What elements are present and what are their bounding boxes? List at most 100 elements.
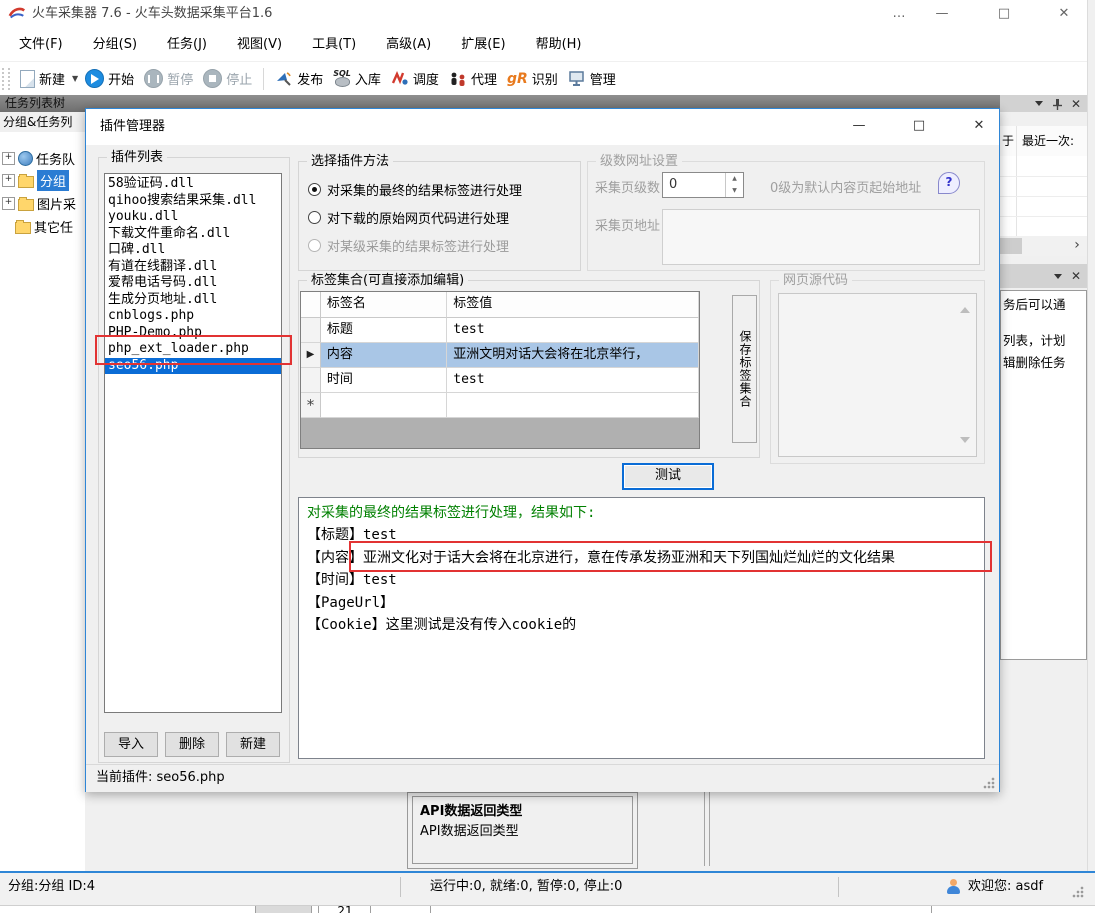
resize-grip-icon[interactable]: [983, 777, 995, 789]
panel-menu-icon[interactable]: [1035, 101, 1043, 110]
menu-help[interactable]: 帮助(H): [521, 28, 597, 61]
plugin-list-item[interactable]: 生成分页地址.dll: [105, 292, 281, 309]
recognize-button[interactable]: gR 识别: [502, 67, 563, 90]
scrollbar-thumb[interactable]: [1000, 238, 1022, 254]
minimize-button[interactable]: —: [922, 0, 962, 28]
new-button[interactable]: 新建: [15, 67, 70, 90]
page-level-spinner[interactable]: 0 ▲ ▼: [662, 172, 744, 198]
folder-icon: [18, 199, 34, 211]
table-row[interactable]: 标题 test: [301, 318, 699, 343]
row-selector[interactable]: [301, 368, 321, 393]
plugin-listbox[interactable]: 58验证码.dll qihoo搜索结果采集.dll youku.dll 下载文件…: [104, 173, 282, 713]
expand-icon[interactable]: +: [2, 152, 15, 165]
panel-close-icon[interactable]: ✕: [1071, 270, 1081, 282]
menu-task[interactable]: 任务(J): [152, 28, 222, 61]
more-button[interactable]: …: [884, 0, 914, 28]
level-hint-label: 0级为默认内容页起始地址: [770, 177, 921, 196]
import-button[interactable]: 导入: [104, 732, 158, 757]
scroll-right-icon[interactable]: ›: [1068, 236, 1086, 256]
dialog-titlebar[interactable]: 插件管理器 — □ ✕: [86, 109, 999, 145]
new-row-icon[interactable]: *: [301, 393, 321, 418]
new-plugin-button[interactable]: 新建: [226, 732, 280, 757]
menu-tools[interactable]: 工具(T): [297, 28, 371, 61]
radio-icon: [308, 211, 321, 224]
plugin-list-item[interactable]: 口碑.dll: [105, 242, 281, 259]
radio-disabled-icon: [308, 239, 321, 252]
panel-close-icon[interactable]: ✕: [1071, 98, 1081, 110]
tree-item-image-collect[interactable]: + 图片采: [0, 193, 85, 214]
menu-file[interactable]: 文件(F): [4, 28, 78, 61]
scroll-down-icon[interactable]: [960, 437, 970, 448]
publish-button[interactable]: 发布: [270, 67, 328, 90]
tag-value-cell[interactable]: 亚洲文明对话大会将在北京举行，: [447, 343, 699, 368]
folder-icon: [15, 222, 31, 234]
result-header: 对采集的最终的结果标签进行处理，结果如下:: [307, 502, 976, 524]
tree-item-task-queue[interactable]: + 任务队: [0, 148, 85, 169]
radio-final-result[interactable]: 对采集的最终的结果标签进行处理: [308, 179, 522, 199]
tree-label: 任务队: [36, 149, 75, 168]
row-selector[interactable]: [301, 318, 321, 343]
manage-button[interactable]: 管理: [563, 67, 621, 90]
start-button[interactable]: 开始: [80, 67, 139, 90]
plugin-list-item[interactable]: 有道在线翻译.dll: [105, 259, 281, 276]
table-row-new[interactable]: *: [301, 393, 699, 418]
page-level-value: 0: [663, 173, 725, 197]
cell-border: [931, 906, 932, 913]
table-row-selected[interactable]: ▶ 内容 亚洲文明对话大会将在北京举行，: [301, 343, 699, 368]
spinner-down-icon[interactable]: ▼: [726, 185, 743, 197]
test-button[interactable]: 测试: [622, 463, 714, 490]
tag-name-cell[interactable]: 内容: [321, 343, 447, 368]
help-text: 列表，计划: [1003, 331, 1087, 351]
tag-value-cell[interactable]: [447, 393, 699, 418]
schedule-button[interactable]: 调度: [386, 67, 444, 90]
plugin-list-item[interactable]: cnblogs.php: [105, 308, 281, 325]
tag-value-cell[interactable]: test: [447, 368, 699, 393]
sql-import-button[interactable]: SQL 入库: [328, 67, 386, 90]
publish-label: 发布: [297, 69, 323, 88]
help-icon[interactable]: ?: [938, 172, 960, 194]
table-row[interactable]: 时间 test: [301, 368, 699, 393]
radio-raw-html[interactable]: 对下载的原始网页代码进行处理: [308, 207, 509, 227]
cell-border: [430, 906, 431, 913]
save-tag-collection-button[interactable]: 保存标签集合: [732, 295, 757, 443]
plugin-list-item[interactable]: 爱帮电话号码.dll: [105, 275, 281, 292]
tag-name-cell[interactable]: [321, 393, 447, 418]
tag-name-cell[interactable]: 标题: [321, 318, 447, 343]
dialog-close-button[interactable]: ✕: [962, 113, 996, 139]
tree-item-other-task[interactable]: 其它任: [0, 216, 85, 237]
expand-icon[interactable]: +: [2, 174, 15, 187]
plugin-list-item[interactable]: 58验证码.dll: [105, 176, 281, 193]
tag-value-header: 标签值: [447, 292, 699, 318]
group-task-tab[interactable]: 分组&任务列: [0, 112, 85, 132]
new-dropdown-icon[interactable]: ▼: [72, 74, 78, 83]
radio-label: 对采集的最终的结果标签进行处理: [327, 180, 522, 199]
close-button[interactable]: ✕: [1044, 0, 1084, 28]
proxy-button[interactable]: 代理: [444, 67, 502, 90]
current-row-icon[interactable]: ▶: [301, 343, 321, 368]
spinner-up-icon[interactable]: ▲: [726, 173, 743, 185]
menu-extend[interactable]: 扩展(E): [446, 28, 520, 61]
status-run-counts: 运行中:0, 就绪:0, 暂停:0, 停止:0: [430, 871, 622, 905]
spinner-buttons[interactable]: ▲ ▼: [725, 173, 743, 197]
plugin-list-item[interactable]: 下载文件重命名.dll: [105, 226, 281, 243]
delete-button[interactable]: 删除: [165, 732, 219, 757]
menu-group[interactable]: 分组(S): [78, 28, 152, 61]
tag-name-cell[interactable]: 时间: [321, 368, 447, 393]
maximize-button[interactable]: □: [984, 0, 1024, 28]
plugin-list-item[interactable]: qihoo搜索结果采集.dll: [105, 193, 281, 210]
scroll-up-icon[interactable]: [960, 302, 970, 313]
expand-icon[interactable]: +: [2, 197, 15, 210]
menu-view[interactable]: 视图(V): [222, 28, 297, 61]
resize-grip-icon[interactable]: [1072, 886, 1084, 898]
panel-menu-icon[interactable]: [1054, 274, 1062, 283]
dialog-minimize-button[interactable]: —: [842, 113, 876, 139]
radio-label: 对下载的原始网页代码进行处理: [327, 208, 509, 227]
tree-item-group[interactable]: + 分组: [0, 170, 85, 191]
dialog-maximize-button[interactable]: □: [902, 113, 936, 139]
plugin-list-item[interactable]: youku.dll: [105, 209, 281, 226]
plugin-list-group-label: 插件列表: [107, 150, 167, 165]
toolbar-grip[interactable]: [2, 68, 10, 90]
menu-advanced[interactable]: 高级(A): [371, 28, 446, 61]
tag-value-cell[interactable]: test: [447, 318, 699, 343]
pin-icon[interactable]: [1052, 98, 1062, 110]
